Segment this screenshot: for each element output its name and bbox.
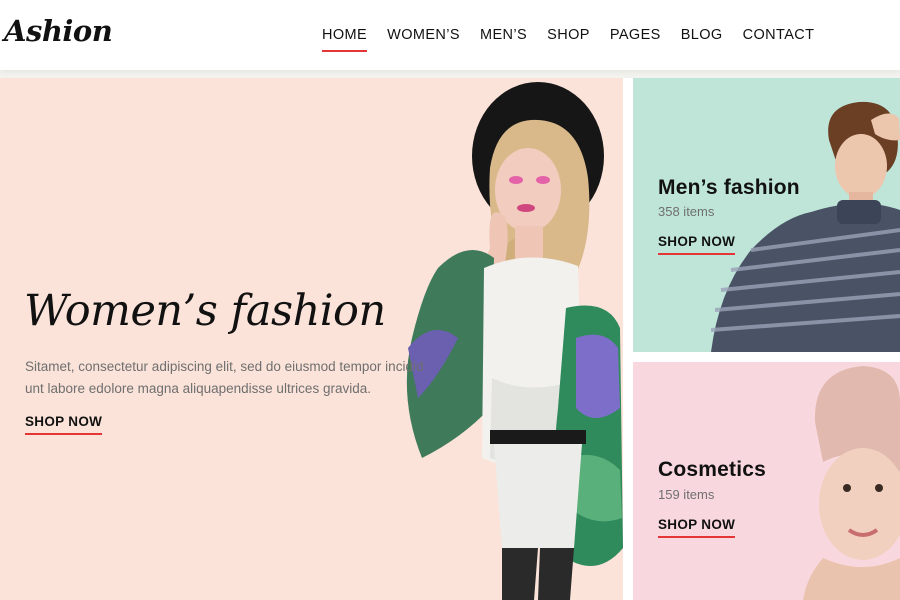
- womens-hero-banner: Women’s fashion Sitamet, consectetur adi…: [0, 78, 623, 600]
- hero-description: Sitamet, consectetur adipiscing elit, se…: [25, 359, 424, 396]
- mens-item-count: 358 items: [658, 204, 715, 219]
- nav-shop[interactable]: SHOP: [547, 23, 590, 47]
- mens-shop-now-link[interactable]: SHOP NOW: [658, 234, 736, 255]
- cosmetics-banner: Cosmetics 159 items SHOP NOW: [633, 362, 900, 600]
- nav-blog[interactable]: BLOG: [681, 23, 723, 47]
- cosmetics-model-image: [803, 366, 900, 600]
- cosmetics-shop-now-link[interactable]: SHOP NOW: [658, 517, 736, 538]
- site-header: Ashion HOME WOMEN’S MEN’S SHOP PAGES BLO…: [0, 0, 900, 70]
- hero-title: Women’s fashion: [24, 286, 386, 336]
- hero-shop-now-link[interactable]: SHOP NOW: [25, 414, 103, 435]
- nav-mens[interactable]: MEN’S: [480, 23, 527, 47]
- header-divider: [0, 70, 900, 78]
- main-nav: HOME WOMEN’S MEN’S SHOP PAGES BLOG CONTA…: [312, 0, 824, 70]
- cosmetics-title: Cosmetics: [658, 458, 767, 481]
- mens-fashion-banner: Men’s fashion 358 items SHOP NOW: [633, 78, 900, 352]
- nav-pages[interactable]: PAGES: [610, 23, 661, 47]
- panel-gutter-horizontal: [633, 352, 900, 362]
- mens-title: Men’s fashion: [658, 176, 800, 199]
- cosmetics-item-count: 159 items: [658, 487, 715, 502]
- man-model-image: [711, 101, 900, 352]
- nav-womens[interactable]: WOMEN’S: [387, 23, 460, 47]
- nav-home[interactable]: HOME: [322, 23, 368, 52]
- site-logo[interactable]: Ashion: [4, 14, 113, 48]
- panel-gutter: [623, 78, 633, 600]
- woman-model-image: [406, 82, 623, 600]
- nav-contact[interactable]: CONTACT: [743, 23, 815, 47]
